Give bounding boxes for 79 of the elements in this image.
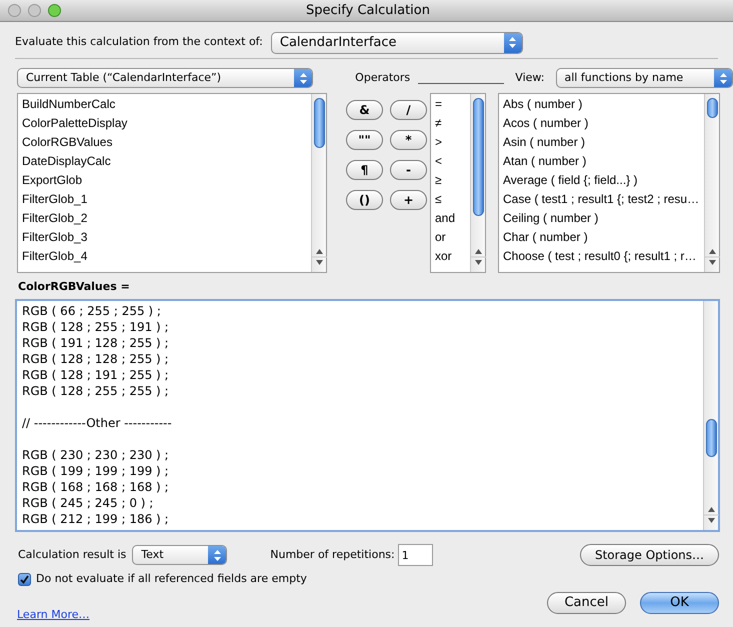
operator-button[interactable]: & <box>346 100 383 120</box>
list-item[interactable]: Asin ( number ) <box>503 133 704 152</box>
scrollbar[interactable] <box>703 301 718 530</box>
list-item[interactable]: DateDisplayCalc <box>22 152 311 171</box>
list-item[interactable]: and <box>435 209 470 228</box>
formula-editor[interactable] <box>15 299 720 532</box>
list-item[interactable]: Case ( test1 ; result1 {; test2 ; resu… <box>503 190 704 209</box>
scroll-thumb[interactable] <box>707 98 718 118</box>
scroll-thumb[interactable] <box>314 98 325 148</box>
view-label: View: <box>515 70 544 86</box>
formula-line: RGB ( 66 ; 255 ; 255 ) ; <box>22 303 162 319</box>
list-item[interactable]: Acos ( number ) <box>503 114 704 133</box>
result-type-label: Calculation result is <box>18 546 126 563</box>
context-label: Evaluate this calculation from the context of: <box>15 34 263 50</box>
operator-button[interactable]: / <box>390 100 427 120</box>
operator-button[interactable]: () <box>346 190 383 210</box>
list-item[interactable]: ColorPaletteDisplay <box>22 114 311 133</box>
operator-button[interactable]: * <box>390 130 427 150</box>
operators-label: Operators <box>355 70 410 86</box>
scrollbar[interactable] <box>311 94 326 272</box>
window-title: Specify Calculation <box>306 2 430 20</box>
formula-line: RGB ( 128 ; 255 ; 191 ) ; <box>22 319 170 335</box>
list-item[interactable]: ≠ <box>435 114 470 133</box>
list-item[interactable]: Choose ( test ; result0 {; result1 ; r… <box>503 247 704 266</box>
formula-line: RGB ( 128 ; 128 ; 255 ) ; <box>22 351 170 367</box>
formula-line: RGB ( 199 ; 199 ; 199 ) ; <box>22 463 170 479</box>
list-item[interactable]: or <box>435 228 470 247</box>
popup-arrows-icon <box>294 69 312 87</box>
list-item[interactable]: FilterGlob_4 <box>22 247 311 266</box>
repetitions-label: Number of repetitions: <box>270 546 395 563</box>
formula-line: RGB ( 168 ; 168 ; 168 ) ; <box>22 479 170 495</box>
dialog-button[interactable]: OK <box>640 592 719 614</box>
list-item[interactable]: Abs ( number ) <box>503 95 704 114</box>
formula-line: RGB ( 128 ; 191 ; 255 ) ; <box>22 367 170 383</box>
formula-line: RGB ( 128 ; 255 ; 255 ) ; <box>22 383 170 399</box>
list-item[interactable]: Ceiling ( number ) <box>503 209 704 228</box>
list-item[interactable]: = <box>435 95 470 114</box>
list-item[interactable]: Atan ( number ) <box>503 152 704 171</box>
formula-line: RGB ( 230 ; 230 ; 230 ) ; <box>22 447 170 463</box>
formula-line: RGB ( 191 ; 128 ; 255 ) ; <box>22 335 170 351</box>
list-item[interactable]: Char ( number ) <box>503 228 704 247</box>
popup-arrows-icon <box>208 546 226 564</box>
formula-line: RGB ( 212 ; 199 ; 186 ) ; <box>22 511 170 527</box>
list-item[interactable]: FilterGlob_2 <box>22 209 311 228</box>
formula-line: // ------------Other ----------- <box>22 415 173 431</box>
table-popup[interactable]: Current Table (“CalendarInterface”) <box>17 68 314 88</box>
list-item[interactable]: FilterGlob_1 <box>22 190 311 209</box>
checkbox[interactable] <box>18 572 31 586</box>
result-type-popup[interactable]: Text <box>132 545 228 565</box>
list-item[interactable]: Average ( field {; field...} ) <box>503 171 704 190</box>
operator-button[interactable]: "" <box>346 130 383 150</box>
checkbox-label: Do not evaluate if all referenced fields are empty <box>36 570 307 587</box>
list-item[interactable]: FilterGlob_3 <box>22 228 311 247</box>
storage-options-button[interactable]: Storage Options… <box>580 544 719 566</box>
list-item[interactable]: ExportGlob <box>22 171 311 190</box>
list-item[interactable]: < <box>435 152 470 171</box>
list-item[interactable]: ≥ <box>435 171 470 190</box>
view-popup[interactable]: all functions by name <box>556 68 733 88</box>
list-item[interactable]: ≤ <box>435 190 470 209</box>
operator-button[interactable]: ¶ <box>346 160 383 180</box>
formula-label: ColorRGBValues = <box>17 279 131 295</box>
operator-button[interactable]: - <box>390 160 427 180</box>
formula-line: RGB ( 245 ; 245 ; 0 ) ; <box>22 495 154 511</box>
popup-arrows-icon <box>504 32 522 52</box>
list-item[interactable]: BuildNumberCalc <box>22 95 311 114</box>
list-item[interactable]: ColorRGBValues <box>22 133 311 152</box>
list-item[interactable]: > <box>435 133 470 152</box>
dialog-button[interactable]: Cancel <box>547 592 626 614</box>
scrollbar[interactable] <box>470 94 485 272</box>
repetitions-field[interactable]: 1 <box>398 544 433 566</box>
operator-button[interactable]: + <box>390 190 427 210</box>
scrollbar[interactable] <box>704 94 719 272</box>
popup-arrows-icon <box>714 69 732 87</box>
scroll-thumb[interactable] <box>706 419 717 457</box>
context-popup[interactable]: CalendarInterface <box>270 32 523 54</box>
zoom-icon[interactable] <box>48 4 61 17</box>
scroll-thumb[interactable] <box>473 98 484 216</box>
learn-more-link[interactable]: Learn More… <box>17 606 90 623</box>
list-item[interactable]: xor <box>435 247 470 266</box>
